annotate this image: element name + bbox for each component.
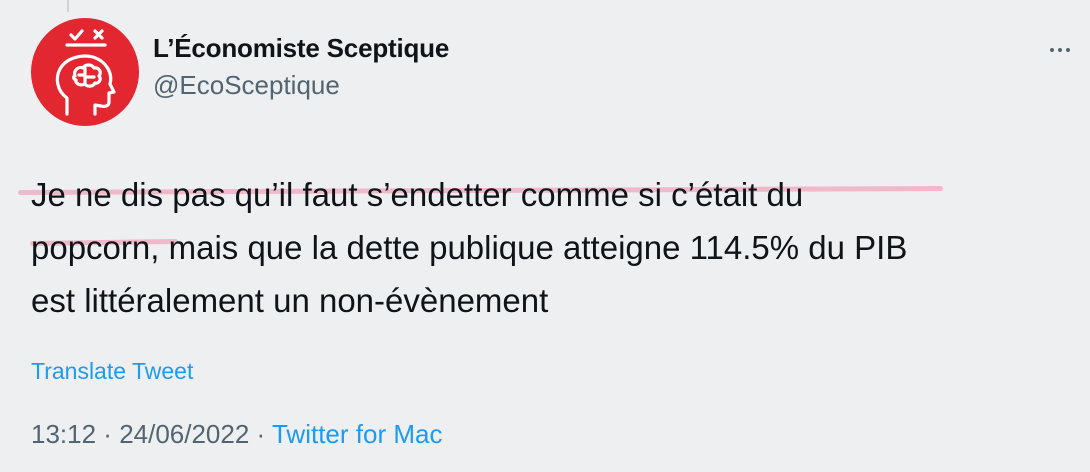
tweet: L’Économiste Sceptique @EcoSceptique Je … (0, 0, 1090, 472)
thread-connector-line (67, 0, 69, 12)
tweet-text: Je ne dis pas qu’il faut s’endetter comm… (31, 168, 1071, 327)
tweet-metadata: 13:12 · 24/06/2022 · Twitter for Mac (31, 419, 442, 450)
more-dots-icon[interactable] (1050, 45, 1070, 57)
translate-tweet-link[interactable]: Translate Tweet (31, 358, 193, 385)
brain-head-icon (55, 29, 116, 116)
tweet-source-link[interactable]: Twitter for Mac (272, 419, 442, 449)
tweet-line-2-rest: , mais que la dette publique atteigne 11… (150, 229, 908, 266)
tweet-line-1: Je ne dis pas qu’il faut s’endetter comm… (31, 176, 804, 213)
tweet-date[interactable]: 24/06/2022 (119, 419, 249, 449)
display-name[interactable]: L’Économiste Sceptique (153, 33, 449, 64)
meta-separator: · (249, 419, 272, 449)
tweet-line-3: est littéralement un non-évènement (31, 282, 549, 319)
meta-separator: · (96, 419, 120, 449)
tweet-line-2: popcorn, mais que la dette publique atte… (31, 221, 1071, 274)
tweet-word-popcorn: popcorn (31, 229, 151, 266)
tweet-time[interactable]: 13:12 (31, 419, 96, 449)
avatar[interactable] (31, 18, 139, 126)
user-handle[interactable]: @EcoSceptique (153, 70, 340, 101)
